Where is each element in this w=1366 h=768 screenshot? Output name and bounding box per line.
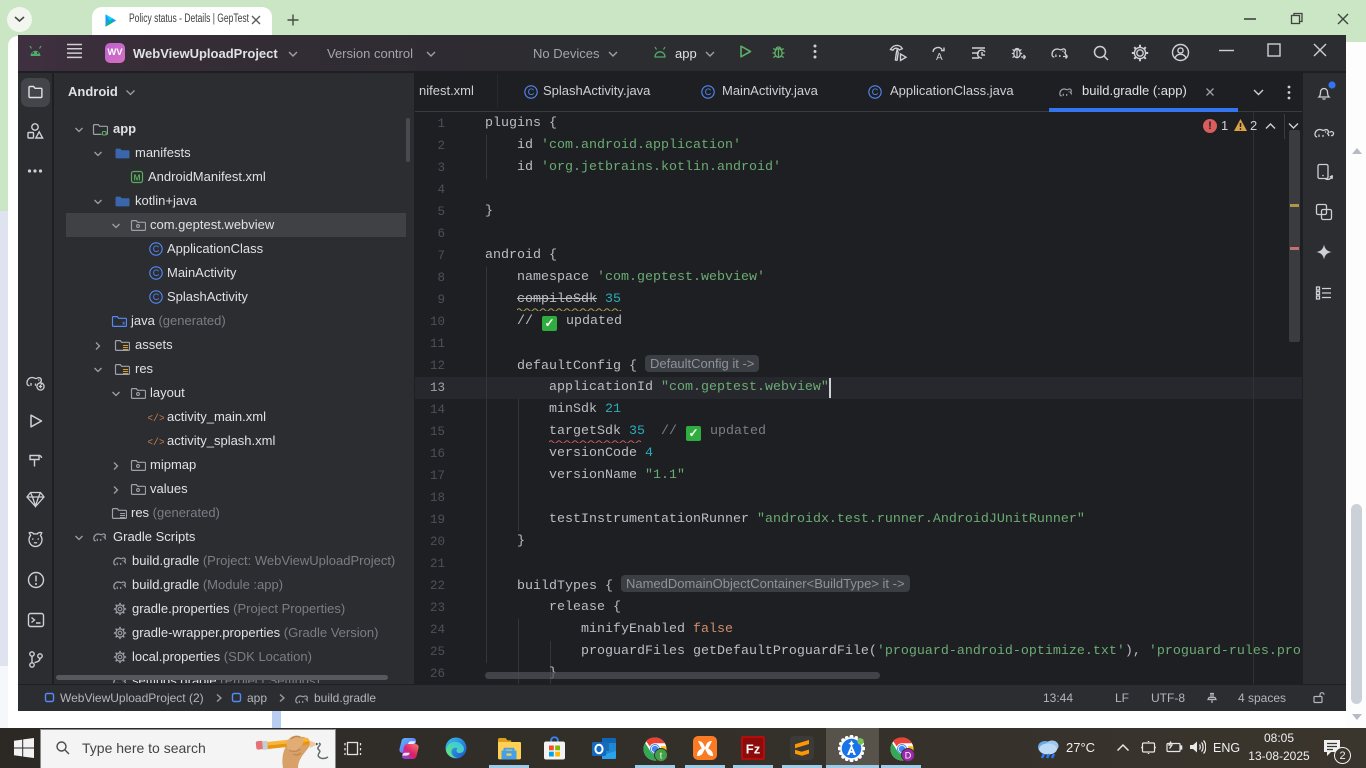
svg-text:</>: </> (148, 437, 164, 449)
svg-text:</>: </> (148, 413, 164, 425)
svg-text:M: M (133, 172, 140, 182)
svg-text:Fz: Fz (746, 742, 761, 757)
svg-text:D: D (905, 751, 912, 761)
svg-text:A: A (936, 52, 943, 63)
svg-text:*: * (122, 320, 126, 329)
